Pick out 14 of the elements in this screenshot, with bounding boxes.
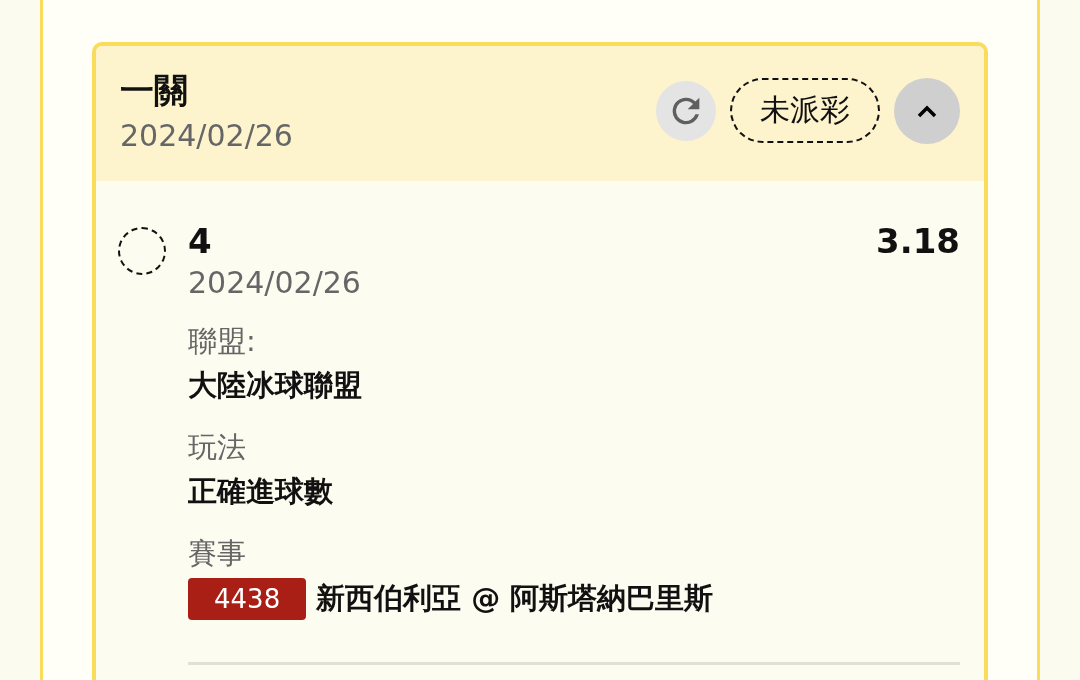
selection-radio[interactable]	[118, 227, 166, 275]
detail-value: 正確進球數	[188, 473, 333, 510]
detail-value: 新西伯利亞 @ 阿斯塔納巴里斯	[316, 580, 714, 617]
match-number-badge: 4438	[188, 578, 307, 620]
bet-date: 2024/02/26	[120, 118, 294, 153]
detail-value: 大陸冰球聯盟	[188, 367, 362, 404]
selection-name: 4	[188, 221, 212, 261]
detail-label: 賽事	[188, 535, 247, 572]
selection-date: 2024/02/26	[188, 265, 362, 300]
bet-title: 一關	[120, 69, 189, 112]
detail-label: 玩法	[188, 429, 247, 466]
odds-value: 3.18	[876, 221, 960, 261]
detail-label: 聯盟:	[188, 323, 257, 360]
status-badge: 未派彩	[730, 78, 880, 143]
